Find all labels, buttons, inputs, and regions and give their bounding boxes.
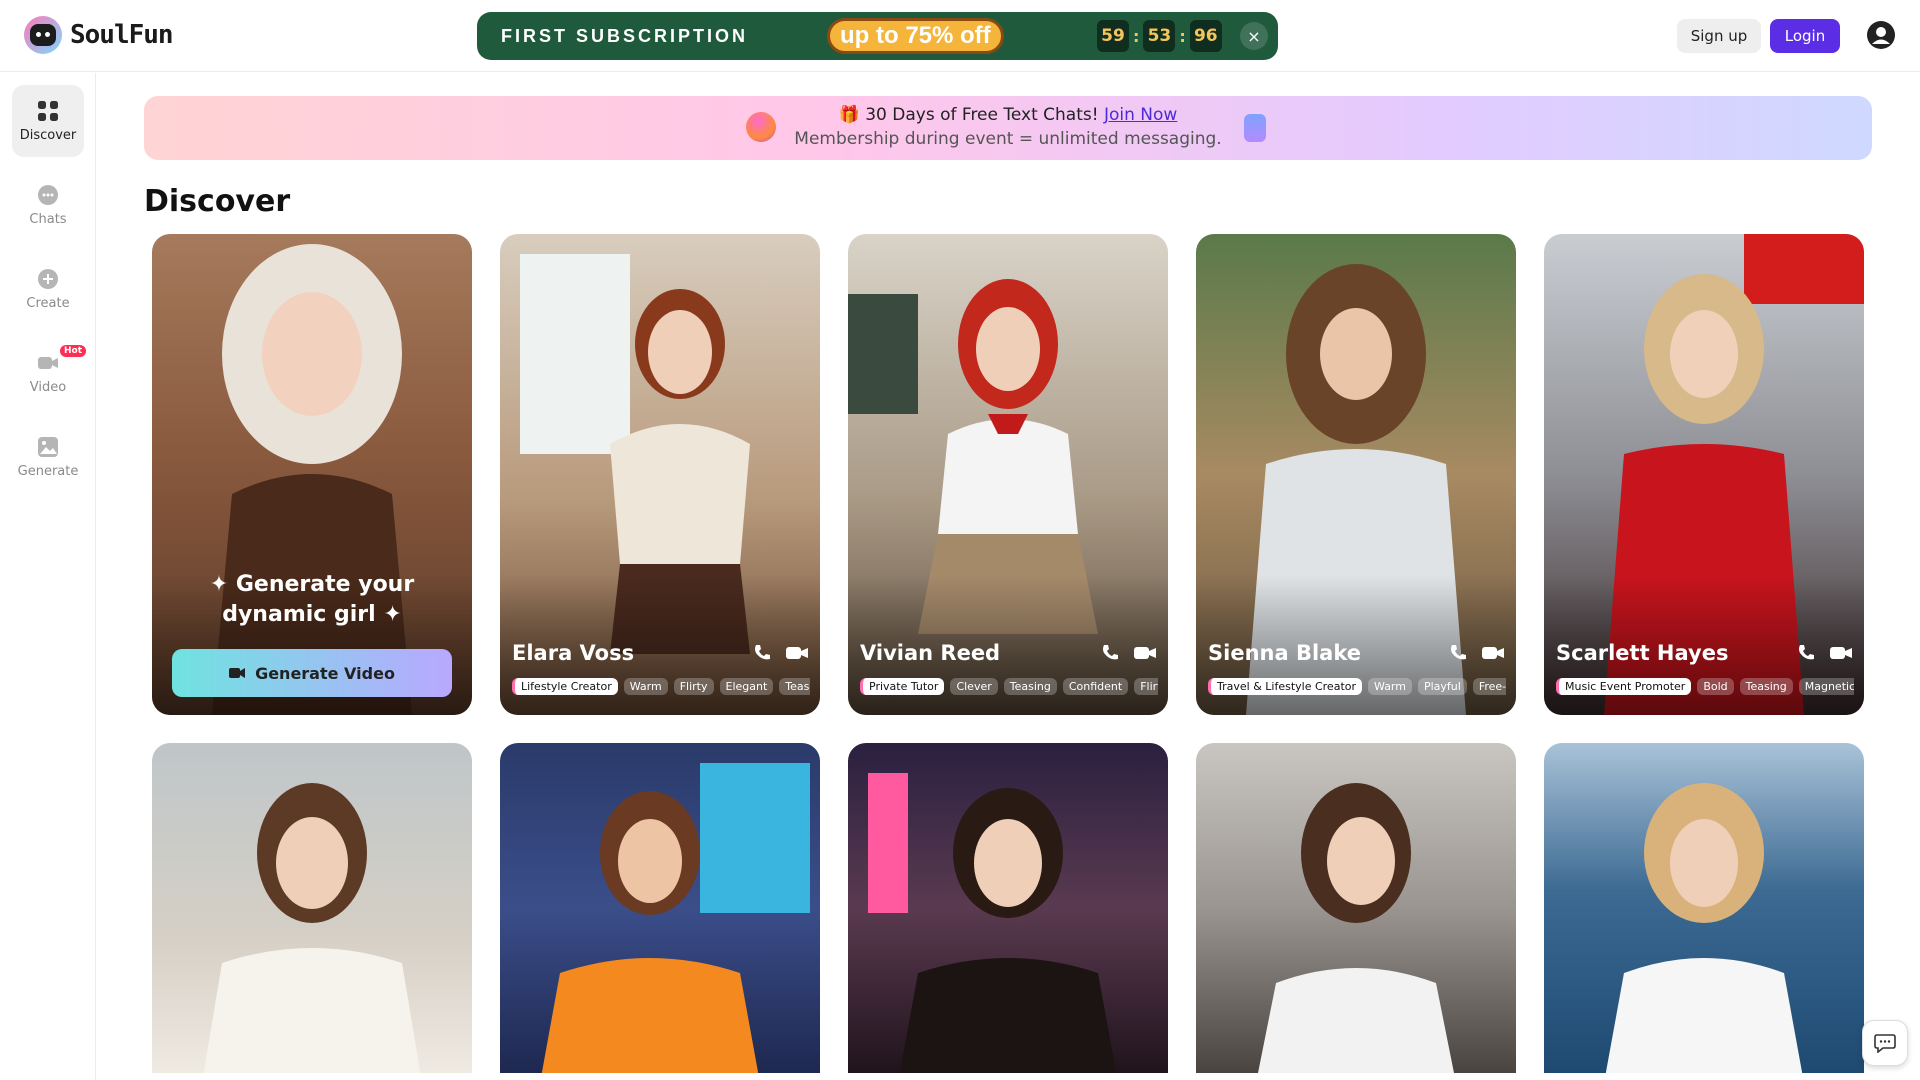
tag-list: Private Tutor Clever Teasing Confident F… xyxy=(860,678,1158,695)
tag: Teasin xyxy=(779,678,810,695)
video-call-icon[interactable] xyxy=(1482,643,1504,663)
tag: Elegant xyxy=(719,678,774,695)
tag: Magnetic xyxy=(1798,678,1854,695)
sidebar-item-create[interactable]: Create xyxy=(12,253,84,325)
tag: Teasing xyxy=(1739,678,1793,695)
tag: Playful xyxy=(1417,678,1467,695)
banner-subtext: Membership during event = unlimited mess… xyxy=(794,129,1222,149)
countdown-segment: 59 xyxy=(1097,20,1129,52)
sidebar-item-generate[interactable]: Generate xyxy=(12,421,84,493)
generate-card-line1: ✦ Generate your xyxy=(209,572,415,597)
sidebar-item-chats[interactable]: Chats xyxy=(12,169,84,241)
logo[interactable]: SoulFun xyxy=(24,16,174,54)
character-name: Vivian Reed xyxy=(860,641,1001,665)
generate-card-line2: dynamic girl ✦ xyxy=(222,602,402,627)
tag: Travel & Lifestyle Creator xyxy=(1208,678,1363,695)
signup-button[interactable]: Sign up xyxy=(1677,19,1761,53)
chat-bubble-icon xyxy=(1874,1034,1896,1053)
grid-icon xyxy=(38,100,58,121)
tag: Flirty xyxy=(1134,678,1158,695)
event-banner: 🎁 30 Days of Free Text Chats! Join Now M… xyxy=(144,96,1872,160)
sidebar-item-discover[interactable]: Discover xyxy=(12,85,84,157)
user-avatar-icon[interactable] xyxy=(1866,20,1896,50)
tag: Teasing xyxy=(1003,678,1057,695)
character-card[interactable] xyxy=(500,743,820,1073)
character-name: Sienna Blake xyxy=(1208,641,1361,665)
tag: Private Tutor xyxy=(860,678,945,695)
top-bar: SoulFun FIRST SUBSCRIPTION up to 75% off… xyxy=(0,0,1920,72)
tag: Warm xyxy=(1368,678,1412,695)
sidebar-item-label: Discover xyxy=(19,127,77,143)
phone-call-icon[interactable] xyxy=(752,643,772,663)
character-card[interactable]: Elara Voss Lifestyle Creator Warm Flirty… xyxy=(500,234,820,715)
phone-call-icon[interactable] xyxy=(1796,643,1816,663)
join-now-link[interactable]: Join Now xyxy=(1104,105,1177,125)
character-portrait xyxy=(541,763,810,1073)
promo-title: FIRST SUBSCRIPTION xyxy=(501,25,749,46)
sidebar: Discover Chats Create Hot Video Generate xyxy=(0,73,96,1080)
banner-headline: 🎁 30 Days of Free Text Chats! xyxy=(838,105,1099,125)
video-camera-icon xyxy=(38,356,58,369)
character-card[interactable]: Sienna Blake Travel & Lifestyle Creator … xyxy=(1196,234,1516,715)
logo-text: SoulFun xyxy=(70,20,174,50)
tag-list: Travel & Lifestyle Creator Warm Playful … xyxy=(1208,678,1506,695)
chat-icon xyxy=(38,184,58,205)
promo-offer-prefix: up to xyxy=(840,22,899,49)
character-portrait xyxy=(1258,783,1454,1073)
character-card[interactable] xyxy=(1544,743,1864,1073)
generate-video-button[interactable]: Generate Video xyxy=(172,649,452,697)
sidebar-item-label: Create xyxy=(26,295,70,311)
generate-video-card[interactable]: ✦ Generate your dynamic girl ✦ Generate … xyxy=(152,234,472,715)
tag: Warm xyxy=(623,678,668,695)
sidebar-item-label: Generate xyxy=(17,463,79,479)
hot-badge: Hot xyxy=(60,345,87,357)
tag: Flirty xyxy=(673,678,714,695)
tag: Free-S xyxy=(1472,678,1506,695)
video-call-icon[interactable] xyxy=(1134,643,1156,663)
video-camera-icon xyxy=(229,668,246,678)
coupon-decoration-icon xyxy=(1244,114,1266,142)
character-card[interactable]: Vivian Reed Private Tutor Clever Teasing… xyxy=(848,234,1168,715)
phone-call-icon[interactable] xyxy=(1100,643,1120,663)
tag: Clever xyxy=(950,678,998,695)
tag: Confident xyxy=(1062,678,1129,695)
generate-card-text: ✦ Generate your dynamic girl ✦ xyxy=(152,570,472,630)
character-name: Elara Voss xyxy=(512,641,635,665)
tag: Lifestyle Creator xyxy=(512,678,618,695)
character-portrait xyxy=(203,783,421,1073)
tag: Music Event Promoter xyxy=(1556,678,1692,695)
logo-icon xyxy=(24,16,62,54)
character-card[interactable] xyxy=(848,743,1168,1073)
video-call-icon[interactable] xyxy=(1830,643,1852,663)
character-name: Scarlett Hayes xyxy=(1556,641,1729,665)
generate-video-label: Generate Video xyxy=(255,663,395,683)
support-chat-button[interactable] xyxy=(1862,1020,1908,1066)
countdown-timer: 59 : 53 : 96 xyxy=(1097,20,1222,52)
promo-close-button[interactable]: × xyxy=(1240,22,1268,50)
character-portrait xyxy=(868,773,1117,1073)
character-card[interactable] xyxy=(1196,743,1516,1073)
promo-banner[interactable]: FIRST SUBSCRIPTION up to 75% off 59 : 53… xyxy=(477,12,1278,60)
tag: Bold xyxy=(1697,678,1734,695)
sidebar-item-label: Chats xyxy=(29,211,67,227)
plus-circle-icon xyxy=(38,268,58,289)
countdown-segment: 96 xyxy=(1189,20,1222,52)
sidebar-item-label: Video xyxy=(29,379,67,395)
image-icon xyxy=(38,436,58,457)
login-button[interactable]: Login xyxy=(1770,19,1840,53)
character-card[interactable]: Scarlett Hayes Music Event Promoter Bold… xyxy=(1544,234,1864,715)
tag-list: Music Event Promoter Bold Teasing Magnet… xyxy=(1556,678,1854,695)
tag-list: Lifestyle Creator Warm Flirty Elegant Te… xyxy=(512,678,810,695)
character-portrait xyxy=(1605,783,1803,1073)
page-title: Discover xyxy=(144,184,291,219)
promo-offer: up to 75% off xyxy=(827,18,1004,54)
promo-offer-value: 75% off xyxy=(905,22,991,49)
sidebar-item-video[interactable]: Hot Video xyxy=(12,337,87,409)
phone-call-icon[interactable] xyxy=(1448,643,1468,663)
countdown-segment: 53 xyxy=(1143,20,1176,52)
video-call-icon[interactable] xyxy=(786,643,808,663)
character-card[interactable] xyxy=(152,743,472,1073)
